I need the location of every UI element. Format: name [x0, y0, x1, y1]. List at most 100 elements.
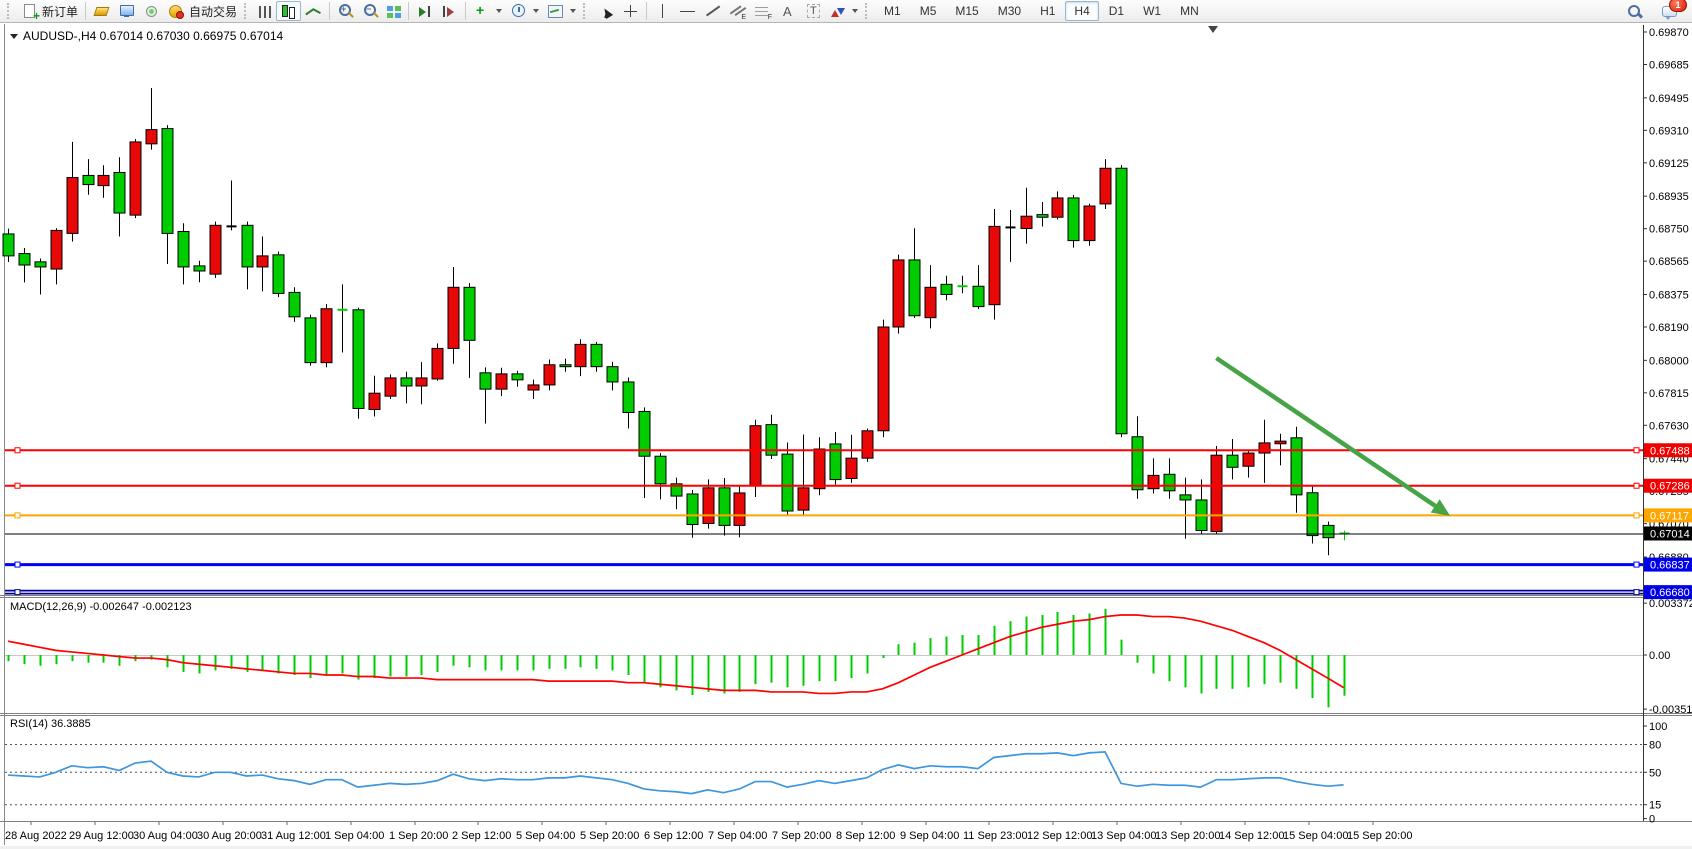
bar-chart-icon [259, 6, 272, 18]
indicators-button[interactable] [469, 1, 506, 21]
price-tick-label: 0.68565 [1649, 256, 1689, 268]
search-button[interactable] [1622, 1, 1647, 21]
market-panel-button[interactable] [89, 1, 114, 21]
price-line-label-text: 0.67488 [1650, 445, 1690, 457]
line-handle [1634, 448, 1639, 453]
timeframe-m5[interactable]: M5 [911, 1, 946, 21]
horizontal-line-button[interactable] [675, 1, 700, 21]
chevron-down-icon [852, 9, 858, 13]
metaeditor-button[interactable] [114, 1, 139, 21]
price-tick-label: 0.67630 [1649, 420, 1689, 432]
timeframe-d1[interactable]: D1 [1100, 1, 1133, 21]
crosshair-icon [622, 3, 639, 19]
time-axis-label: 30 Aug 20:00 [197, 830, 262, 842]
time-axis-label: 8 Sep 12:00 [836, 830, 895, 842]
gold-box-icon [93, 3, 110, 19]
new-order-label: 新订单 [42, 3, 78, 20]
price-line-label-text: 0.67117 [1650, 510, 1689, 522]
toolbar: 新订单 自动交易 + − [0, 0, 1692, 23]
auto-trading-label: 自动交易 [189, 3, 237, 20]
crosshair-button[interactable] [618, 1, 643, 21]
chat-button[interactable]: 1 [1657, 1, 1682, 21]
chart-canvas[interactable]: 0.698700.696850.694950.693100.691250.689… [0, 0, 1692, 849]
time-axis-label: 5 Sep 20:00 [580, 830, 639, 842]
text-label-button[interactable] [800, 1, 825, 21]
time-axis-label: 7 Sep 20:00 [772, 830, 831, 842]
macd-panel [5, 609, 1643, 707]
auto-trading-button[interactable]: 自动交易 [164, 1, 241, 21]
price-tick-label: 0.68935 [1649, 191, 1689, 203]
price-tick-label: 0.68000 [1649, 355, 1689, 367]
trendline-button[interactable] [700, 1, 725, 21]
timeframe-m15[interactable]: M15 [946, 1, 987, 21]
equidistant-channel-button[interactable] [725, 1, 750, 21]
auto-trading-icon [168, 3, 185, 19]
chart-frame [0, 24, 1692, 849]
symbol-title-text: AUDUSD-,H4 0.67014 0.67030 0.66975 0.670… [23, 29, 283, 43]
zoom-in-button[interactable]: + [333, 1, 358, 21]
timeframe-m1[interactable]: M1 [875, 1, 910, 21]
trend-arrow[interactable] [1216, 358, 1450, 516]
shift-chart-button[interactable] [412, 1, 437, 21]
line-handle [15, 513, 20, 518]
periods-button[interactable] [506, 1, 543, 21]
time-axis-label: 14 Sep 12:00 [1219, 830, 1284, 842]
chart-shift-marker [1208, 26, 1218, 33]
new-order-button[interactable]: 新订单 [17, 1, 82, 21]
line-chart-icon [305, 3, 322, 19]
fibonacci-button[interactable] [750, 1, 775, 21]
rsi-axis-label: 15 [1649, 800, 1661, 812]
auto-scroll-button[interactable] [437, 1, 462, 21]
channel-icon [729, 3, 746, 19]
template-chart-icon [547, 3, 564, 19]
bid-price-label-text: 0.67014 [1650, 528, 1690, 540]
rsi-panel [5, 745, 1643, 805]
new-order-icon [21, 3, 38, 19]
price-tick-label: 0.69310 [1649, 125, 1689, 137]
auto-scroll-icon [441, 3, 458, 19]
cursor-button[interactable] [593, 1, 618, 21]
time-axis: 28 Aug 202229 Aug 12:0030 Aug 04:0030 Au… [5, 822, 1412, 842]
line-handle [1634, 483, 1639, 488]
text-button[interactable] [775, 1, 800, 21]
macd-axis-label: -0.003519 [1649, 704, 1692, 716]
indicators-plus-icon [473, 3, 490, 19]
toolbar-grip[interactable] [7, 3, 14, 19]
line-chart-button[interactable] [301, 1, 326, 21]
price-tick-label: 0.69870 [1649, 27, 1689, 39]
price-line-label-text: 0.66680 [1650, 587, 1690, 599]
zoom-in-icon: + [337, 3, 354, 19]
time-axis-label: 31 Aug 12:00 [261, 830, 326, 842]
rsi-axis-label: 100 [1649, 721, 1667, 733]
candlestick-chart-button[interactable] [276, 1, 301, 21]
cursor-arrow-icon [597, 3, 614, 19]
timeframe-h4[interactable]: H4 [1065, 1, 1098, 21]
line-handle [15, 590, 20, 595]
timeframe-h1[interactable]: H1 [1031, 1, 1064, 21]
price-tick-label: 0.69495 [1649, 93, 1689, 105]
bar-chart-button[interactable] [254, 1, 276, 21]
time-axis-label: 5 Sep 04:00 [516, 830, 575, 842]
signals-button[interactable] [139, 1, 164, 21]
time-axis-label: 15 Sep 20:00 [1347, 830, 1412, 842]
time-axis-label: 28 Aug 2022 [5, 830, 67, 842]
timeframe-mn[interactable]: MN [1171, 1, 1208, 21]
tile-windows-button[interactable] [383, 1, 405, 21]
symbol-title[interactable]: AUDUSD-,H4 0.67014 0.67030 0.66975 0.670… [10, 29, 283, 43]
shift-chart-icon [416, 3, 433, 19]
time-axis-label: 13 Sep 20:00 [1155, 830, 1220, 842]
zoom-out-button[interactable]: − [358, 1, 383, 21]
price-tick-label: 0.68190 [1649, 322, 1689, 334]
chevron-down-icon [533, 9, 539, 13]
templates-button[interactable] [543, 1, 580, 21]
chevron-down-icon [496, 9, 502, 13]
chat-badge: 1 [1669, 0, 1687, 12]
timeframe-w1[interactable]: W1 [1134, 1, 1170, 21]
arrows-button[interactable] [825, 1, 862, 21]
rsi-axis-label: 0 [1649, 814, 1655, 826]
radio-signal-icon [143, 3, 160, 19]
timeframe-m30[interactable]: M30 [989, 1, 1030, 21]
vertical-line-icon [654, 3, 671, 19]
time-axis-label: 9 Sep 04:00 [900, 830, 959, 842]
vertical-line-button[interactable] [650, 1, 675, 21]
